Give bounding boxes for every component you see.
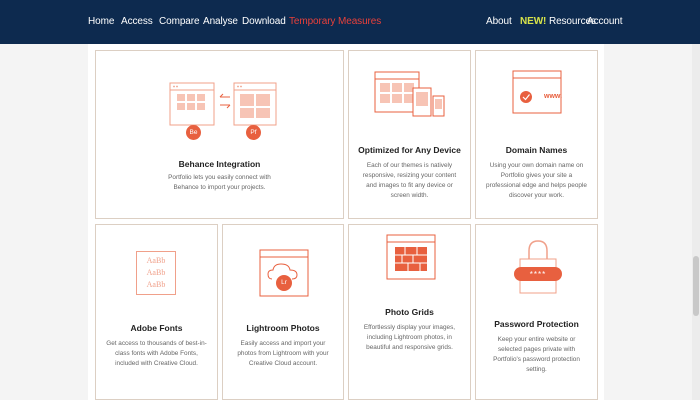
card-title: Optimized for Any Device bbox=[358, 145, 461, 155]
photo-grid-icon bbox=[386, 234, 436, 280]
nav-access-link[interactable]: Access bbox=[121, 0, 153, 44]
password-field-icon: **** bbox=[514, 267, 562, 281]
card-title: Photo Grids bbox=[385, 307, 434, 317]
card-description: Get access to thousands of best-in-class… bbox=[106, 340, 207, 367]
nav-temporary-measures-link[interactable]: Temporary Measures bbox=[289, 0, 381, 44]
nav-analyse-link[interactable]: Analyse bbox=[203, 0, 238, 44]
nav-account-link[interactable]: Account bbox=[587, 0, 623, 44]
card-title: Adobe Fonts bbox=[130, 323, 183, 333]
font-sample-1: AaBb bbox=[146, 256, 166, 265]
card-description: Easily access and import your photos fro… bbox=[237, 340, 329, 367]
feature-card-behance: Be Pf Behance Integration Portfolio lets… bbox=[95, 50, 344, 219]
page-scrollbar[interactable] bbox=[692, 44, 700, 400]
portfolio-badge: Pf bbox=[246, 125, 261, 140]
behance-sync-icon bbox=[169, 82, 277, 126]
features-grid: Be Pf Behance Integration Portfolio lets… bbox=[88, 44, 604, 400]
font-sample-2: AaBb bbox=[146, 268, 166, 277]
feature-card-optimized: Optimized for Any Device Each of our the… bbox=[348, 50, 471, 219]
font-sample-3: AaBb bbox=[146, 280, 166, 289]
feature-card-domain-names: www. Domain Names Using your own domain … bbox=[475, 50, 598, 219]
font-sample-box: AaBb AaBb AaBb bbox=[136, 251, 176, 295]
nav-about-link[interactable]: About bbox=[486, 0, 512, 44]
card-description: Keep your entire website or selected pag… bbox=[493, 336, 580, 373]
nav-compare-link[interactable]: Compare bbox=[159, 0, 200, 44]
feature-card-lightroom: Lr Lightroom Photos Easily access and im… bbox=[222, 224, 344, 400]
card-title: Lightroom Photos bbox=[246, 323, 320, 333]
responsive-devices-icon bbox=[374, 71, 445, 117]
lightroom-badge-label: Lr bbox=[281, 279, 287, 286]
www-label: www. bbox=[544, 93, 563, 100]
behance-badge: Be bbox=[186, 125, 201, 140]
card-description: Each of our themes is natively responsiv… bbox=[362, 162, 457, 199]
top-navigation-bar: Home Access Compare Analyse Download Tem… bbox=[0, 0, 700, 44]
behance-badge-label: Be bbox=[189, 129, 198, 136]
card-description: Effortlessly display your images, includ… bbox=[363, 324, 456, 351]
card-description: Using your own domain name on Portfolio … bbox=[486, 162, 587, 199]
card-title: Password Protection bbox=[494, 319, 579, 329]
feature-card-password: **** Password Protection Keep your entir… bbox=[475, 224, 598, 400]
card-title: Behance Integration bbox=[178, 159, 261, 169]
password-mask: **** bbox=[529, 270, 547, 279]
card-title: Domain Names bbox=[505, 145, 568, 155]
nav-home-link[interactable]: Home bbox=[88, 0, 114, 44]
feature-card-adobe-fonts: AaBb AaBb AaBb Adobe Fonts Get access to… bbox=[95, 224, 218, 400]
scrollbar-thumb[interactable] bbox=[693, 256, 699, 316]
new-badge: NEW! bbox=[520, 16, 547, 27]
nav-resources-link[interactable]: NEW! Resources bbox=[520, 0, 596, 44]
card-description: Portfolio lets you easily connect with B… bbox=[168, 174, 271, 191]
feature-card-photo-grids: Photo Grids Effortlessly display your im… bbox=[348, 224, 471, 400]
nav-download-link[interactable]: Download bbox=[242, 0, 286, 44]
lightroom-badge: Lr bbox=[276, 275, 292, 291]
portfolio-badge-label: Pf bbox=[250, 129, 257, 136]
